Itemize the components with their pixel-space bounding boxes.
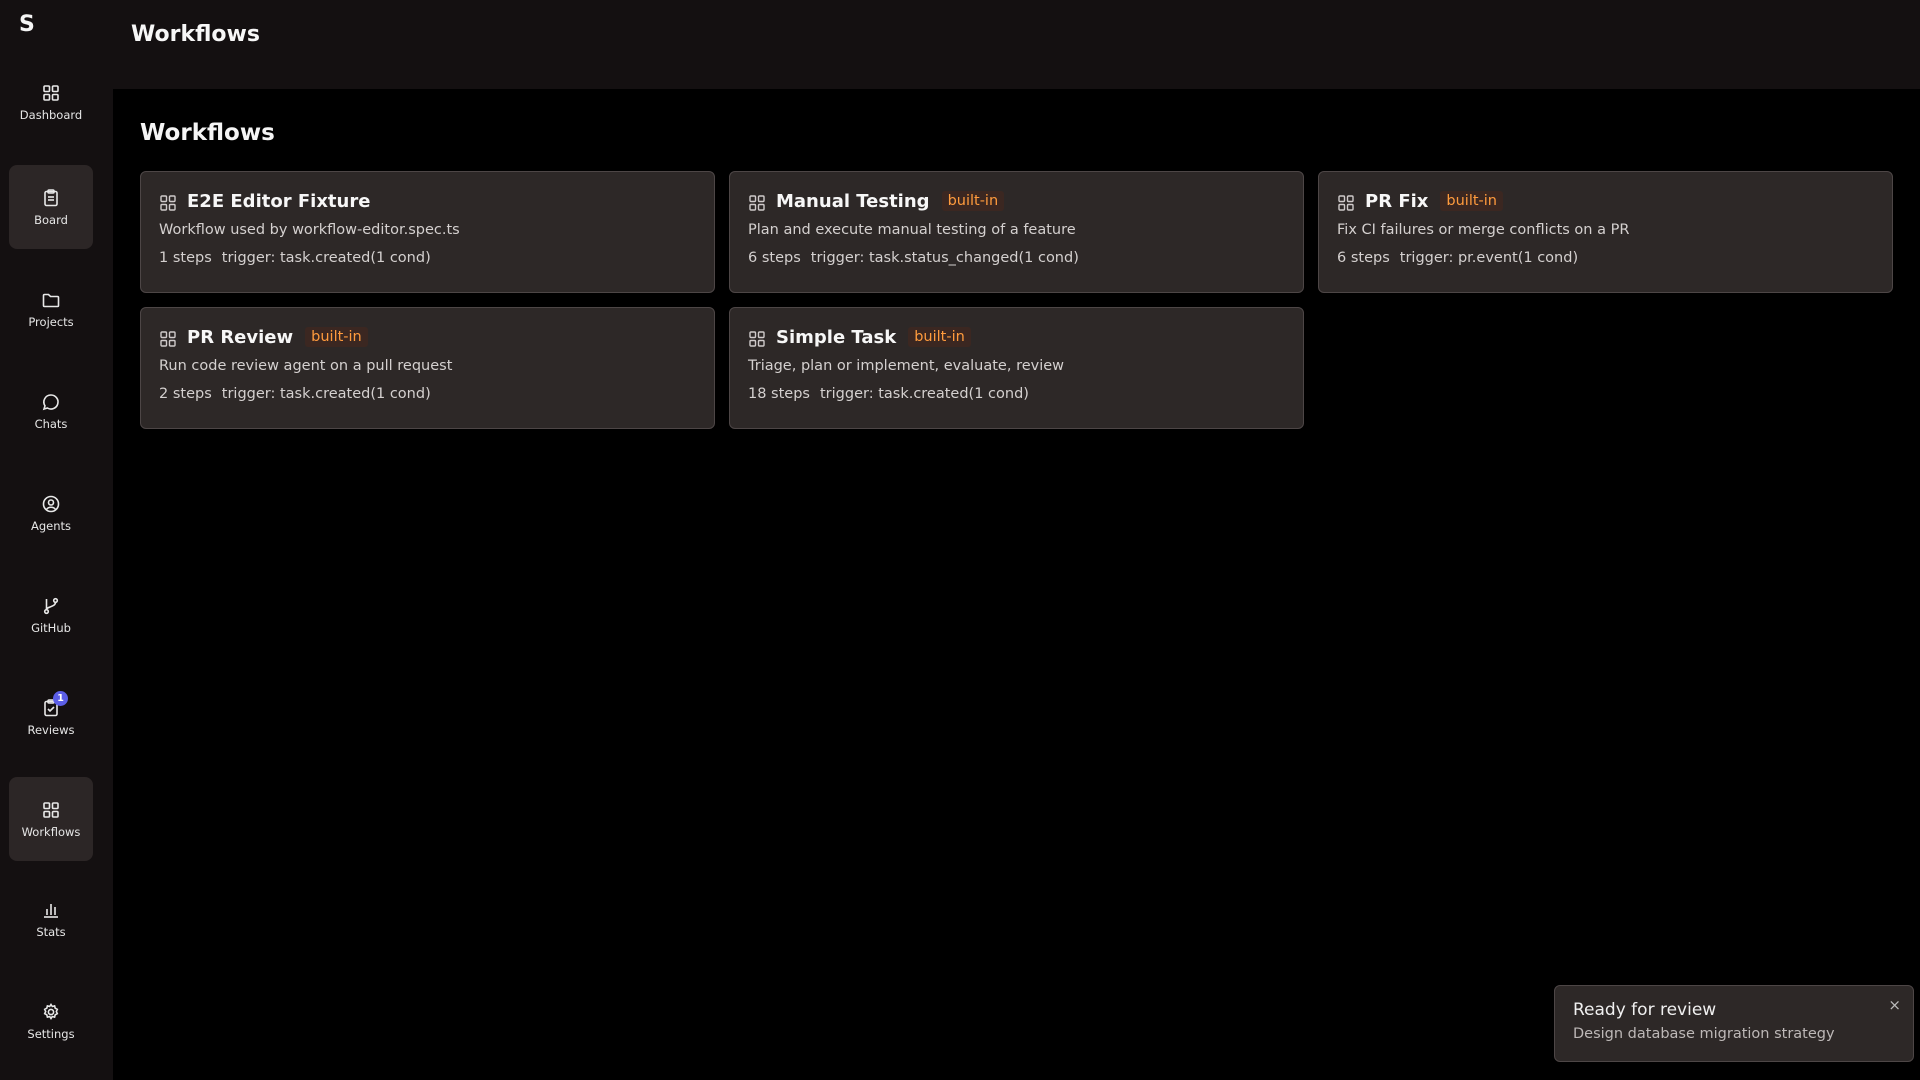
workflow-card-manual-testing[interactable]: Manual Testing built-in Plan and execute…	[729, 171, 1304, 293]
workflow-card-simple-task[interactable]: Simple Task built-in Triage, plan or imp…	[729, 307, 1304, 429]
sidebar: S Dashboard Board Projects Chats Agents	[0, 0, 113, 1080]
toast-title: Ready for review	[1573, 1000, 1717, 1020]
sidebar-item-label: Reviews	[27, 722, 75, 737]
sidebar-item-label: Chats	[34, 416, 68, 431]
reviews-count-badge: 1	[53, 690, 68, 706]
main-content: Workflows E2E Editor Fixture Workflow us…	[113, 89, 1920, 1080]
workflow-icon	[748, 330, 766, 348]
workflow-trigger: trigger: task.created(1 cond)	[221, 250, 431, 266]
gear-icon	[41, 1002, 61, 1022]
sidebar-item-github[interactable]: GitHub	[9, 573, 93, 657]
user-circle-icon	[41, 494, 61, 514]
workflow-description: Triage, plan or implement, evaluate, rev…	[748, 358, 1065, 374]
toast-description: Design database migration strategy	[1573, 1026, 1835, 1042]
sidebar-item-stats[interactable]: Stats	[9, 877, 93, 961]
close-icon[interactable]: ×	[1888, 998, 1901, 1013]
sidebar-item-label: GitHub	[31, 620, 71, 635]
sidebar-item-projects[interactable]: Projects	[9, 267, 93, 351]
sidebar-item-agents[interactable]: Agents	[9, 471, 93, 555]
built-in-badge: built-in	[305, 327, 368, 347]
clipboard-icon	[41, 188, 61, 208]
sidebar-item-label: Workflows	[21, 824, 81, 839]
workflow-trigger: trigger: task.created(1 cond)	[221, 386, 431, 402]
built-in-badge: built-in	[1440, 191, 1503, 211]
workflow-description: Run code review agent on a pull request	[159, 358, 453, 374]
workflow-steps: 6 steps	[748, 250, 801, 266]
workflow-icon	[159, 330, 177, 348]
workflow-title: PR Review	[187, 326, 294, 348]
workflow-steps: 18 steps	[748, 386, 810, 402]
folder-icon	[41, 290, 61, 310]
sidebar-item-label: Stats	[36, 924, 66, 939]
sidebar-item-settings[interactable]: Settings	[9, 979, 93, 1063]
notification-toast: Ready for review Design database migrati…	[1554, 985, 1914, 1062]
sidebar-item-label: Projects	[28, 314, 74, 329]
workflow-icon	[1337, 194, 1355, 212]
app-logo[interactable]: S	[19, 12, 35, 37]
bar-chart-icon	[41, 900, 61, 920]
workflow-icon	[748, 194, 766, 212]
workflow-grid-icon	[41, 800, 61, 820]
workflow-card-pr-review[interactable]: PR Review built-in Run code review agent…	[140, 307, 715, 429]
workflow-card-grid: E2E Editor Fixture Workflow used by work…	[140, 171, 1893, 429]
built-in-badge: built-in	[941, 191, 1005, 211]
sidebar-item-dashboard[interactable]: Dashboard	[9, 60, 93, 144]
page-title: Workflows	[131, 22, 260, 47]
sidebar-item-chats[interactable]: Chats	[9, 369, 93, 453]
sidebar-item-label: Board	[34, 212, 68, 227]
workflow-steps: 6 steps	[1337, 250, 1390, 266]
built-in-badge: built-in	[908, 327, 971, 347]
workflow-description: Fix CI failures or merge conflicts on a …	[1337, 222, 1630, 238]
clipboard-check-icon: 1	[41, 690, 68, 718]
sidebar-item-label: Dashboard	[19, 107, 83, 122]
section-heading: Workflows	[140, 120, 275, 146]
workflow-description: Plan and execute manual testing of a fea…	[748, 222, 1076, 238]
workflow-card-e2e-editor-fixture[interactable]: E2E Editor Fixture Workflow used by work…	[140, 171, 715, 293]
sidebar-item-workflows[interactable]: Workflows	[9, 777, 93, 861]
workflow-title: Manual Testing	[776, 190, 930, 212]
sidebar-item-label: Agents	[30, 518, 72, 533]
chat-bubble-icon	[41, 392, 61, 412]
workflow-title: PR Fix	[1365, 190, 1429, 212]
git-branch-icon	[41, 596, 61, 616]
sidebar-item-reviews[interactable]: 1 Reviews	[9, 675, 93, 759]
workflow-trigger: trigger: pr.event(1 cond)	[1399, 250, 1579, 266]
sidebar-item-board[interactable]: Board	[9, 165, 93, 249]
workflow-steps: 1 steps	[159, 250, 212, 266]
sidebar-item-label: Settings	[27, 1026, 75, 1041]
workflow-title: E2E Editor Fixture	[187, 190, 371, 212]
top-bar: Workflows	[113, 0, 1920, 89]
workflow-steps: 2 steps	[159, 386, 212, 402]
workflow-description: Workflow used by workflow-editor.spec.ts	[159, 222, 460, 238]
workflow-trigger: trigger: task.created(1 cond)	[819, 386, 1029, 402]
workflow-icon	[159, 194, 177, 212]
workflow-card-pr-fix[interactable]: PR Fix built-in Fix CI failures or merge…	[1318, 171, 1893, 293]
workflow-title: Simple Task	[776, 326, 897, 348]
dashboard-grid-icon	[41, 83, 61, 103]
workflow-trigger: trigger: task.status_changed(1 cond)	[810, 250, 1079, 266]
